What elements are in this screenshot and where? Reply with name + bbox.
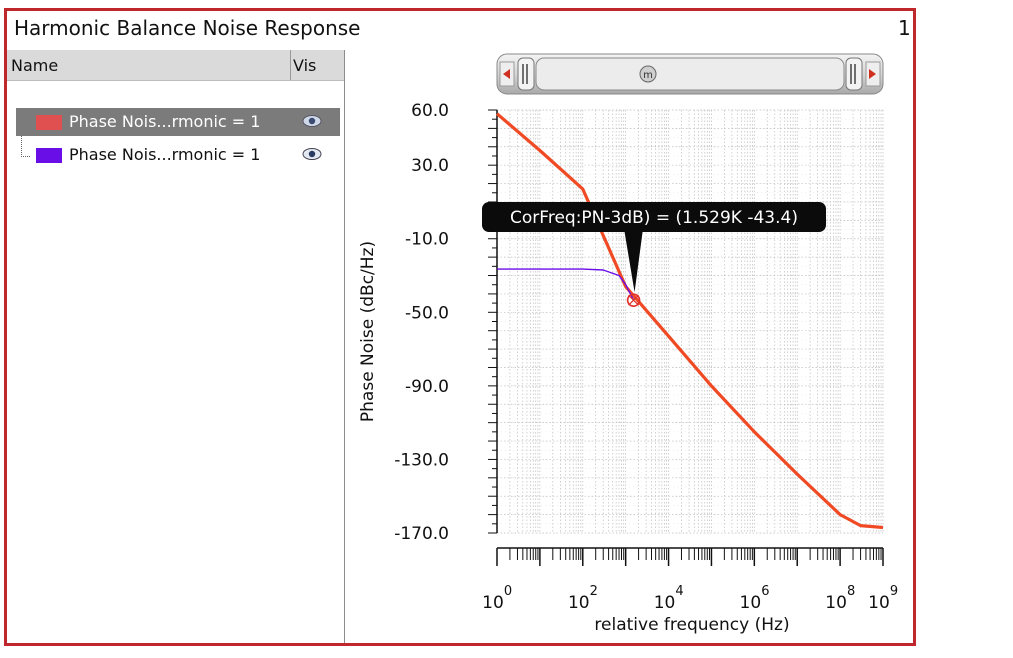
x-tick-label: 10 bbox=[825, 593, 847, 613]
window-index: 1 bbox=[898, 16, 911, 40]
x-axis-ticks: 100102104106108109 bbox=[482, 584, 898, 613]
marker-label: CorFreq:PN-3dB) = (1.529K -43.4) bbox=[510, 208, 798, 228]
scroller-left-handle[interactable] bbox=[517, 57, 535, 91]
x-tick-label: 10 bbox=[868, 593, 890, 613]
y-axis-ticks: 60.0 30.0 -10.0 -50.0 -90.0 -130.0 -170.0 bbox=[394, 101, 449, 544]
trace-color-swatch bbox=[36, 115, 62, 130]
y-tick-label: -10.0 bbox=[405, 230, 449, 250]
trace-color-swatch bbox=[36, 148, 62, 163]
chart: 100102104106108109 60.030.0-10.0-50.0-90… bbox=[358, 101, 898, 635]
x-tick-exponent: 0 bbox=[504, 584, 512, 599]
trace-row[interactable]: Phase Nois...rmonic = 1 bbox=[16, 108, 340, 136]
trace-row[interactable]: Phase Nois...rmonic = 1 bbox=[16, 141, 340, 169]
trace-browser: Name Vis Phase Nois...rmonic = 1 Phase N… bbox=[7, 50, 345, 643]
eye-icon[interactable] bbox=[302, 114, 322, 128]
y-axis-label: Phase Noise (dBc/Hz) bbox=[358, 241, 378, 422]
column-vis-header[interactable]: Vis bbox=[293, 56, 316, 75]
x-tick-exponent: 6 bbox=[761, 584, 769, 599]
x-tick-exponent: 2 bbox=[590, 584, 598, 599]
column-divider[interactable] bbox=[290, 50, 291, 80]
x-tick-label: 10 bbox=[568, 593, 590, 613]
x-tick-label: 10 bbox=[654, 593, 676, 613]
y-tick-label: -130.0 bbox=[394, 450, 449, 470]
y-tick-label: 30.0 bbox=[411, 156, 449, 176]
y-tick-label: 60.0 bbox=[411, 101, 449, 121]
x-tick-exponent: 9 bbox=[890, 584, 898, 599]
y-tick-label: -170.0 bbox=[394, 524, 449, 544]
trace-label: Phase Nois...rmonic = 1 bbox=[69, 145, 261, 164]
x-tick-exponent: 8 bbox=[847, 584, 855, 599]
scroller-knob-label: m bbox=[643, 70, 653, 81]
y-tick-label: -50.0 bbox=[405, 303, 449, 323]
column-header: Name Vis bbox=[7, 50, 344, 81]
column-name-header[interactable]: Name bbox=[11, 56, 58, 75]
x-tick-label: 10 bbox=[740, 593, 762, 613]
scroller-right-handle[interactable] bbox=[845, 57, 863, 91]
x-axis-label: relative frequency (Hz) bbox=[594, 615, 789, 635]
trace-label: Phase Nois...rmonic = 1 bbox=[69, 112, 261, 131]
window-title: Harmonic Balance Noise Response bbox=[14, 16, 361, 40]
x-tick-label: 10 bbox=[482, 593, 504, 613]
scroller-thumb[interactable] bbox=[535, 57, 845, 91]
grid bbox=[496, 109, 884, 534]
eye-icon[interactable] bbox=[302, 147, 322, 161]
x-tick-exponent: 4 bbox=[675, 584, 683, 599]
scroll-left-arrow[interactable] bbox=[499, 61, 515, 87]
y-tick-label: -90.0 bbox=[405, 377, 449, 397]
scroll-right-arrow[interactable] bbox=[865, 61, 881, 87]
